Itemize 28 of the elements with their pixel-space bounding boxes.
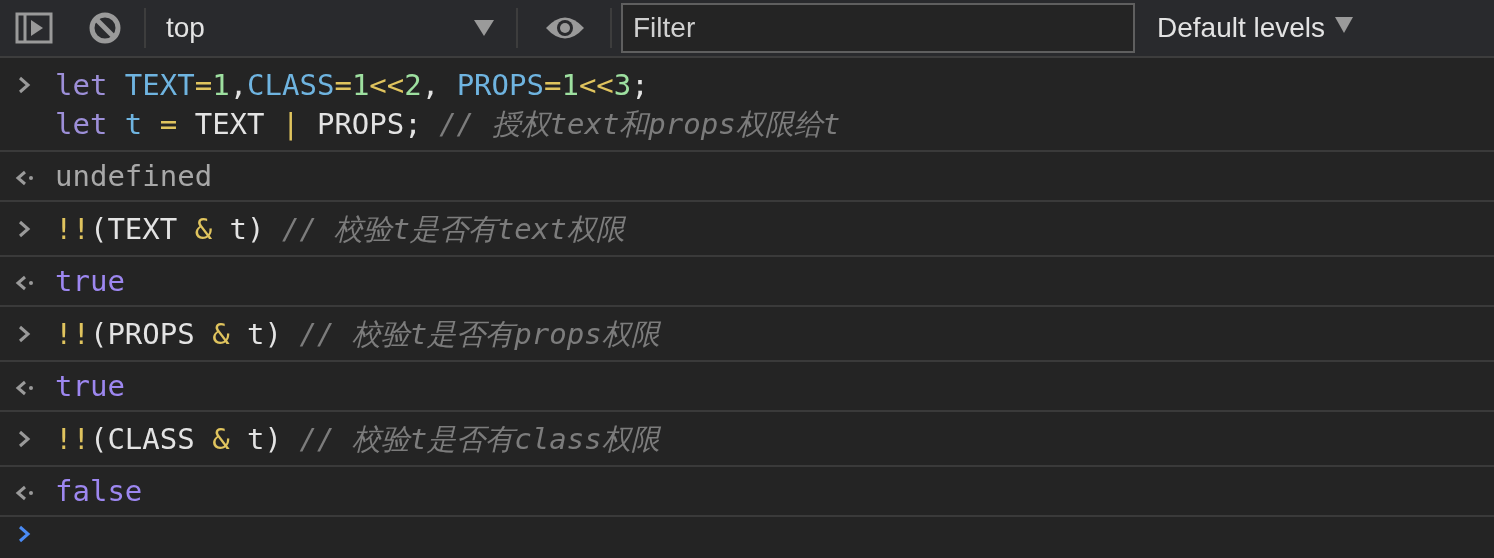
prompt-icon[interactable]: [17, 525, 31, 543]
code-line: let TEXT=1,CLASS=1<<2, PROPS=1<<3;: [55, 67, 650, 104]
clear-console-icon[interactable]: [88, 11, 122, 45]
result-value: undefined: [55, 158, 213, 194]
sidebar-toggle-icon[interactable]: [15, 12, 53, 44]
result-arrow-icon: [15, 275, 35, 291]
input-prompt-icon: [17, 325, 31, 343]
result-arrow-icon: [15, 170, 35, 186]
code-line: !!(CLASS & t) // 校验t是否有class权限: [55, 421, 660, 458]
levels-label: Default levels: [1157, 11, 1326, 45]
code-line: !!(PROPS & t) // 校验t是否有props权限: [55, 316, 660, 353]
code-line: let t = TEXT | PROPS; // 授权text和props权限给t: [55, 106, 841, 143]
eye-icon[interactable]: [545, 15, 585, 41]
input-prompt-icon: [17, 430, 31, 448]
input-prompt-icon: [17, 76, 31, 94]
result-arrow-icon: [15, 380, 35, 396]
input-prompt-icon: [17, 220, 31, 238]
result-value: true: [55, 263, 125, 299]
result-value: false: [55, 473, 143, 509]
filter-field[interactable]: Filter: [621, 3, 1135, 53]
log-levels-dropdown[interactable]: Default levels: [1157, 7, 1354, 49]
result-value: true: [55, 368, 125, 404]
context-label: top: [166, 11, 205, 45]
dropdown-caret-icon: [474, 20, 494, 36]
result-arrow-icon: [15, 485, 35, 501]
code-line: !!(TEXT & t) // 校验t是否有text权限: [55, 211, 625, 248]
dropdown-caret-icon: [1335, 17, 1354, 33]
context-selector[interactable]: top: [166, 7, 494, 49]
